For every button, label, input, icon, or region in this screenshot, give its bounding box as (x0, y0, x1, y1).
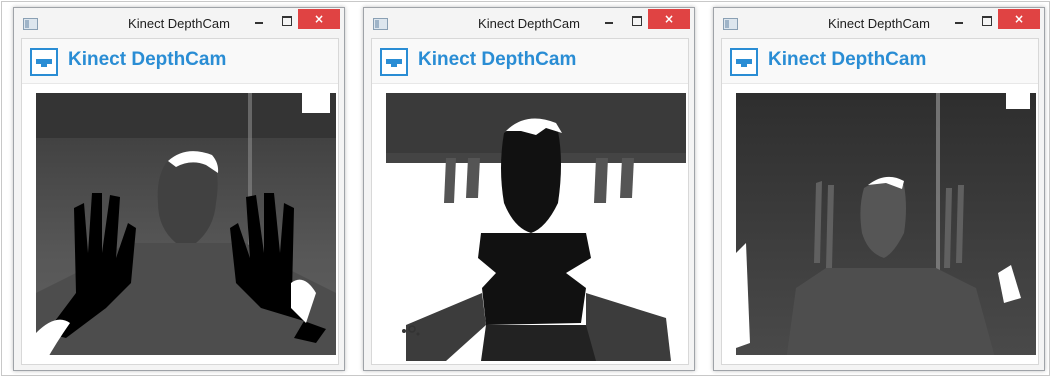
app-header: Kinect DepthCam (22, 39, 338, 84)
client-area: Kinect DepthCam (21, 38, 339, 365)
close-button[interactable]: × (298, 9, 340, 29)
minimize-button[interactable] (602, 14, 616, 28)
window-title: Kinect DepthCam (828, 16, 930, 31)
maximize-button[interactable] (280, 14, 294, 28)
minimize-button[interactable] (952, 14, 966, 28)
title-bar[interactable]: Kinect DepthCam × (14, 8, 344, 38)
window-title: Kinect DepthCam (478, 16, 580, 31)
close-button[interactable]: × (998, 9, 1040, 29)
depth-camera-image (736, 93, 1036, 361)
kinect-sensor-icon (730, 48, 758, 76)
screenshot-frame: Kinect DepthCam × Kinect DepthCam Kinect… (1, 1, 1050, 376)
app-header-title: Kinect DepthCam (768, 49, 927, 70)
close-button[interactable]: × (648, 9, 690, 29)
close-icon: × (663, 12, 675, 26)
maximize-button[interactable] (980, 14, 994, 28)
client-area: Kinect DepthCam (721, 38, 1039, 365)
close-icon: × (313, 12, 325, 26)
depth-camera-image (386, 93, 686, 361)
title-bar[interactable]: Kinect DepthCam × (364, 8, 694, 38)
minimize-button[interactable] (252, 14, 266, 28)
depth-camera-image (36, 93, 336, 361)
kinect-sensor-icon (30, 48, 58, 76)
kinect-sensor-icon (380, 48, 408, 76)
app-header-title: Kinect DepthCam (418, 49, 577, 70)
app-header: Kinect DepthCam (722, 39, 1038, 84)
app-header: Kinect DepthCam (372, 39, 688, 84)
close-icon: × (1013, 12, 1025, 26)
title-bar[interactable]: Kinect DepthCam × (714, 8, 1044, 38)
depthcam-window-1[interactable]: Kinect DepthCam × Kinect DepthCam (13, 7, 345, 371)
maximize-button[interactable] (630, 14, 644, 28)
app-header-title: Kinect DepthCam (68, 49, 227, 70)
window-title: Kinect DepthCam (128, 16, 230, 31)
client-area: Kinect DepthCam (371, 38, 689, 365)
depthcam-window-3[interactable]: Kinect DepthCam × Kinect DepthCam (713, 7, 1045, 371)
depthcam-window-2[interactable]: Kinect DepthCam × Kinect DepthCam (363, 7, 695, 371)
